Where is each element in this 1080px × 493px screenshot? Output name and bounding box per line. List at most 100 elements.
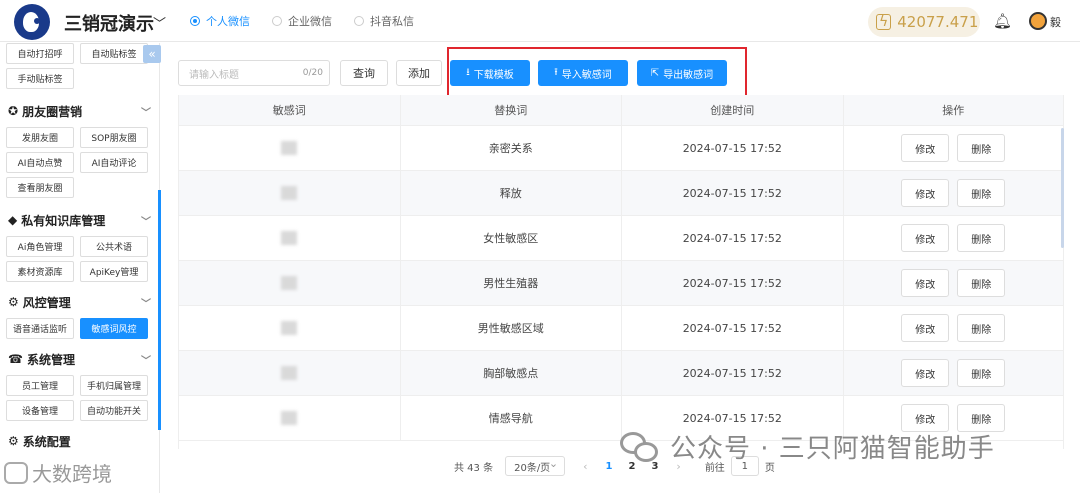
blurred-word: [281, 231, 298, 245]
sidebar-group-label: 私有知识库管理: [21, 213, 106, 228]
delete-button[interactable]: 删除: [957, 314, 1006, 342]
sidebar-btn-auto-greet[interactable]: 自动打招呼: [6, 43, 74, 64]
actions-cell: 修改 删除: [844, 171, 1064, 215]
edit-button[interactable]: 修改: [901, 269, 950, 297]
sidebar: 自动打招呼 自动贴标签 手动贴标签 ✪ 朋友圈营销 ﹀ 发朋友圈 SOP朋友圈 …: [0, 43, 160, 493]
add-button[interactable]: 添加: [396, 60, 442, 86]
delete-button[interactable]: 删除: [957, 269, 1006, 297]
watermark-text: 公众号 · 三只阿猫智能助手: [670, 434, 995, 464]
blurred-word: [281, 276, 298, 290]
globe-icon: [4, 461, 28, 484]
sidebar-group-items: Ai角色管理 公共术语 素材资源库 ApiKey管理: [0, 234, 159, 284]
sidebar-group-items: 语音通话监听 敏感词风控: [0, 316, 159, 341]
sidebar-btn-device[interactable]: 设备管理: [6, 400, 74, 421]
sidebar-scrollbar[interactable]: [158, 190, 161, 430]
table-row: 亲密关系 2024-07-15 17:52 修改 删除: [179, 126, 1063, 171]
sidebar-btn-material-library[interactable]: 素材资源库: [6, 261, 74, 282]
sidebar-btn-voice-monitor[interactable]: 语音通话监听: [6, 318, 74, 339]
blurred-word: [281, 141, 298, 155]
total-count: 共 43 条: [454, 462, 494, 474]
sidebar-btn-auto-switch[interactable]: 自动功能开关: [80, 400, 148, 421]
column-header: 创建时间: [622, 95, 844, 125]
sidebar-btn-view-moments[interactable]: 查看朋友圈: [6, 177, 74, 198]
table-row: 释放 2024-07-15 17:52 修改 删除: [179, 171, 1063, 216]
collapse-sidebar-icon[interactable]: «: [143, 45, 161, 63]
radio-personal-wechat[interactable]: 个人微信: [190, 13, 250, 29]
wechat-watermark: 公众号 · 三只阿猫智能助手: [620, 428, 995, 465]
sidebar-group-moments[interactable]: ✪ 朋友圈营销 ﹀: [0, 97, 159, 125]
balance-badge[interactable]: ϟ 42077.471: [868, 7, 980, 37]
sidebar-btn-ai-role[interactable]: Ai角色管理: [6, 236, 74, 257]
table-scrollbar[interactable]: [1061, 128, 1064, 248]
created-time-cell: 2024-07-15 17:52: [622, 261, 844, 305]
blurred-word: [281, 321, 298, 335]
sensitive-word-cell: [179, 126, 401, 170]
sidebar-btn-phone-region[interactable]: 手机归属管理: [80, 375, 148, 396]
app-logo: [14, 4, 50, 40]
table-header: 敏感词 替换词 创建时间 操作: [179, 95, 1063, 126]
sensitive-word-cell: [179, 171, 401, 215]
sidebar-btn-apikey[interactable]: ApiKey管理: [80, 261, 148, 282]
radio-enterprise-wechat[interactable]: 企业微信: [272, 13, 332, 29]
delete-button[interactable]: 删除: [957, 134, 1006, 162]
query-button[interactable]: 查询: [340, 60, 388, 86]
delete-button[interactable]: 删除: [957, 359, 1006, 387]
sidebar-btn-ai-like[interactable]: AI自动点赞: [6, 152, 74, 173]
corner-watermark: 大数跨境: [4, 458, 112, 487]
chevron-down-icon[interactable]: ﹀: [153, 13, 166, 32]
sidebar-group-system[interactable]: ☎ 系统管理 ﹀: [0, 345, 159, 373]
sidebar-top-buttons: 自动打招呼 自动贴标签 手动贴标签: [0, 43, 159, 91]
sidebar-group-config[interactable]: ⚙ 系统配置: [0, 427, 159, 455]
page-number[interactable]: 1: [606, 461, 613, 472]
replacement-cell: 女性敏感区: [401, 216, 622, 260]
sidebar-group-label: 朋友圈营销: [22, 104, 83, 119]
edit-button[interactable]: 修改: [901, 359, 950, 387]
sensitive-word-cell: [179, 261, 401, 305]
sidebar-btn-auto-tag[interactable]: 自动贴标签: [80, 43, 148, 64]
blurred-word: [281, 411, 298, 425]
avatar[interactable]: [1029, 12, 1047, 30]
sidebar-group-knowledge[interactable]: ◆ 私有知识库管理 ﹀: [0, 206, 159, 234]
char-counter: 0/20: [302, 68, 323, 78]
table-row: 男性生殖器 2024-07-15 17:52 修改 删除: [179, 261, 1063, 306]
page-size-select[interactable]: 20条/页: [505, 456, 566, 476]
search-placeholder: 请输入标题: [189, 69, 239, 81]
prev-page-icon[interactable]: ‹: [583, 460, 587, 473]
blurred-word: [281, 366, 298, 380]
sidebar-btn-sop-moments[interactable]: SOP朋友圈: [80, 127, 148, 148]
lightning-icon: ϟ: [876, 14, 892, 30]
created-time-cell: 2024-07-15 17:52: [622, 171, 844, 215]
search-input[interactable]: 请输入标题 0/20: [178, 60, 330, 86]
column-header: 操作: [942, 104, 965, 117]
sidebar-btn-staff[interactable]: 员工管理: [6, 375, 74, 396]
radio-douyin-dm[interactable]: 抖音私信: [354, 13, 414, 29]
sidebar-group-label: 风控管理: [22, 295, 71, 310]
delete-button[interactable]: 删除: [957, 224, 1006, 252]
replacement-cell: 男性生殖器: [401, 261, 622, 305]
sidebar-btn-manual-tag[interactable]: 手动贴标签: [6, 68, 74, 89]
edit-button[interactable]: 修改: [901, 224, 950, 252]
chevron-down-icon: ﹀: [141, 217, 151, 228]
edit-button[interactable]: 修改: [901, 134, 950, 162]
edit-button[interactable]: 修改: [901, 314, 950, 342]
replacement-cell: 男性敏感区域: [401, 306, 622, 350]
sidebar-group-items: 发朋友圈 SOP朋友圈 AI自动点赞 AI自动评论 查看朋友圈: [0, 125, 159, 200]
bell-icon[interactable]: 🔔︎: [993, 12, 1012, 30]
sidebar-btn-post-moments[interactable]: 发朋友圈: [6, 127, 74, 148]
sidebar-btn-sensitive-words[interactable]: 敏感词风控: [80, 318, 148, 339]
chevron-down-icon: ﹀: [141, 356, 151, 367]
actions-cell: 修改 删除: [844, 126, 1064, 170]
user-name[interactable]: 毅: [1050, 14, 1061, 30]
edit-button[interactable]: 修改: [901, 179, 950, 207]
replacement-cell: 情感导航: [401, 396, 622, 440]
delete-button[interactable]: 删除: [957, 179, 1006, 207]
wechat-logo-icon: [620, 430, 662, 464]
watermark-text: 大数跨境: [32, 462, 112, 486]
replacement-cell: 胸部敏感点: [401, 351, 622, 395]
sidebar-group-risk[interactable]: ⚙ 风控管理 ﹀: [0, 288, 159, 316]
created-time-cell: 2024-07-15 17:52: [622, 306, 844, 350]
sidebar-btn-public-terms[interactable]: 公共术语: [80, 236, 148, 257]
sidebar-btn-ai-comment[interactable]: AI自动评论: [80, 152, 148, 173]
blurred-word: [281, 186, 298, 200]
table-row: 胸部敏感点 2024-07-15 17:52 修改 删除: [179, 351, 1063, 396]
